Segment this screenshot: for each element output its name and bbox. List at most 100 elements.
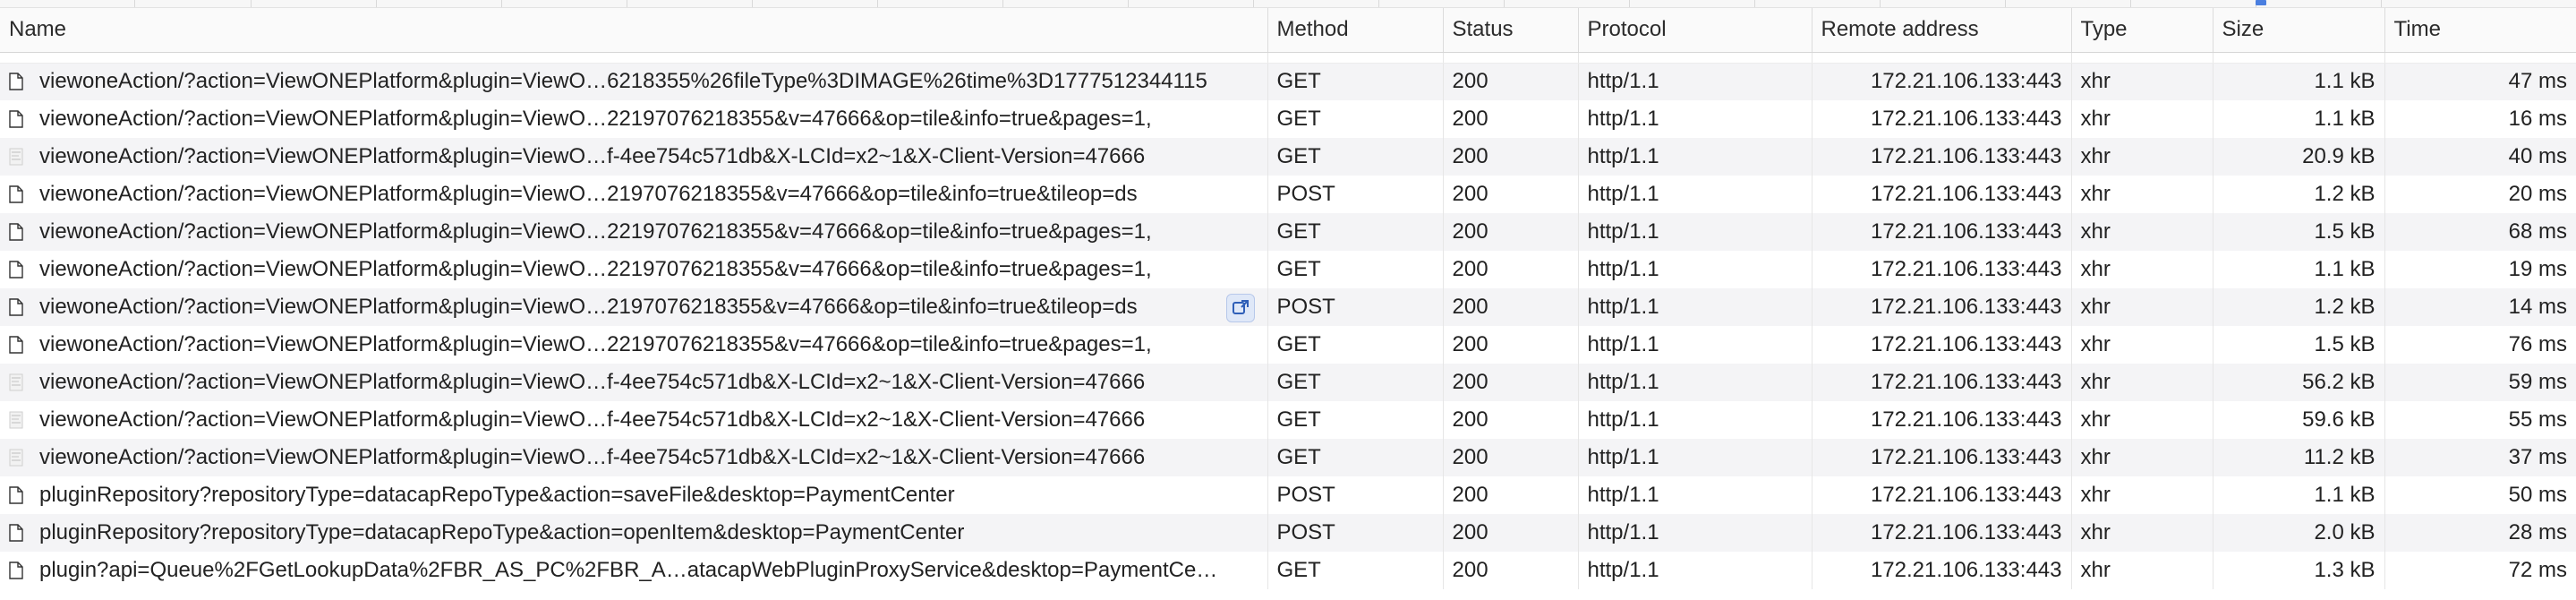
table-row[interactable]: viewoneAction/?action=ViewONEPlatform&pl… — [0, 326, 2576, 364]
request-size: 1.2 kB — [2213, 176, 2385, 213]
resend-icon[interactable] — [1225, 294, 1255, 322]
request-status: 200 — [1443, 251, 1579, 288]
document-icon — [9, 223, 23, 241]
request-name: pluginRepository?repositoryType=datacapR… — [39, 520, 965, 544]
table-row[interactable]: viewoneAction/?action=ViewONEPlatform&pl… — [0, 176, 2576, 213]
request-method: GET — [1267, 251, 1444, 288]
table-header-row: Name Method Status Protocol Remote addre… — [0, 8, 2576, 53]
request-time: 28 ms — [2384, 514, 2576, 552]
column-header-protocol[interactable]: Protocol — [1578, 8, 1813, 53]
request-method: GET — [1267, 326, 1444, 364]
request-size: 1.1 kB — [2213, 476, 2385, 514]
request-protocol: http/1.1 — [1578, 138, 1813, 176]
request-type: xhr — [2071, 288, 2213, 326]
request-status: 200 — [1443, 213, 1579, 251]
request-name-cell[interactable]: viewoneAction/?action=ViewONEPlatform&pl… — [0, 326, 1268, 364]
request-time: 68 ms — [2384, 213, 2576, 251]
table-row[interactable]: plugin?api=Queue%2FGetLookupData%2FBR_AS… — [0, 552, 2576, 589]
request-size: 1.1 kB — [2213, 251, 2385, 288]
document-icon — [9, 486, 23, 504]
table-row[interactable]: viewoneAction/?action=ViewONEPlatform&pl… — [0, 288, 2576, 326]
request-size: 1.1 kB — [2213, 63, 2385, 100]
request-status: 200 — [1443, 326, 1579, 364]
request-name-cell[interactable]: pluginRepository?repositoryType=datacapR… — [0, 514, 1268, 552]
request-time: 14 ms — [2384, 288, 2576, 326]
request-name: viewoneAction/?action=ViewONEPlatform&pl… — [39, 332, 1152, 356]
request-protocol: http/1.1 — [1578, 401, 1813, 439]
request-protocol: http/1.1 — [1578, 251, 1813, 288]
table-row[interactable]: viewoneAction/?action=ViewONEPlatform&pl… — [0, 364, 2576, 401]
document-icon — [9, 185, 23, 203]
request-protocol: http/1.1 — [1578, 364, 1813, 401]
request-size: 56.2 kB — [2213, 364, 2385, 401]
column-header-name[interactable]: Name — [0, 8, 1268, 53]
column-header-method[interactable]: Method — [1267, 8, 1444, 53]
request-type: xhr — [2071, 552, 2213, 589]
request-type: xhr — [2071, 176, 2213, 213]
request-status: 200 — [1443, 63, 1579, 100]
table-row[interactable]: viewoneAction/?action=ViewONEPlatform&pl… — [0, 138, 2576, 176]
table-row[interactable]: viewoneAction/?action=ViewONEPlatform&pl… — [0, 213, 2576, 251]
request-time: 47 ms — [2384, 63, 2576, 100]
request-name: viewoneAction/?action=ViewONEPlatform&pl… — [39, 445, 1146, 469]
table-row[interactable]: viewoneAction/?action=ViewONEPlatform&pl… — [0, 251, 2576, 288]
request-remote: 172.21.106.133:443 — [1812, 514, 2072, 552]
request-protocol: http/1.1 — [1578, 439, 1813, 476]
request-protocol: http/1.1 — [1578, 476, 1813, 514]
request-time: 20 ms — [2384, 176, 2576, 213]
request-name-cell[interactable]: viewoneAction/?action=ViewONEPlatform&pl… — [0, 100, 1268, 138]
request-name-cell[interactable]: pluginRepository?repositoryType=datacapR… — [0, 476, 1268, 514]
request-name: viewoneAction/?action=ViewONEPlatform&pl… — [39, 370, 1146, 394]
request-status: 200 — [1443, 100, 1579, 138]
request-name-cell[interactable]: viewoneAction/?action=ViewONEPlatform&pl… — [0, 439, 1268, 476]
table-row[interactable]: viewoneAction/?action=ViewONEPlatform&pl… — [0, 401, 2576, 439]
document-icon — [9, 110, 23, 128]
request-protocol: http/1.1 — [1578, 213, 1813, 251]
request-name-cell[interactable]: viewoneAction/?action=ViewONEPlatform&pl… — [0, 364, 1268, 401]
table-row[interactable]: pluginRepository?repositoryType=datacapR… — [0, 476, 2576, 514]
request-name-cell[interactable]: plugin?api=Queue%2FGetLookupData%2FBR_AS… — [0, 552, 1268, 589]
request-name-cell[interactable]: viewoneAction/?action=ViewONEPlatform&pl… — [0, 63, 1268, 100]
request-protocol: http/1.1 — [1578, 326, 1813, 364]
request-name-cell[interactable]: viewoneAction/?action=ViewONEPlatform&pl… — [0, 138, 1268, 176]
request-type: xhr — [2071, 326, 2213, 364]
image-thumb-icon — [9, 148, 23, 166]
column-header-status[interactable]: Status — [1443, 8, 1579, 53]
request-status: 200 — [1443, 476, 1579, 514]
image-thumb-icon — [9, 373, 23, 391]
request-status: 200 — [1443, 364, 1579, 401]
table-row[interactable]: pluginRepository?repositoryType=datacapR… — [0, 514, 2576, 552]
request-remote: 172.21.106.133:443 — [1812, 213, 2072, 251]
table-row-partial[interactable] — [0, 52, 2576, 64]
document-icon — [9, 298, 23, 316]
column-header-size[interactable]: Size — [2213, 8, 2385, 53]
request-name-cell[interactable]: viewoneAction/?action=ViewONEPlatform&pl… — [0, 176, 1268, 213]
request-protocol: http/1.1 — [1578, 288, 1813, 326]
table-row[interactable]: viewoneAction/?action=ViewONEPlatform&pl… — [0, 63, 2576, 100]
document-icon — [9, 261, 23, 279]
request-name-cell[interactable]: viewoneAction/?action=ViewONEPlatform&pl… — [0, 401, 1268, 439]
column-header-time[interactable]: Time — [2384, 8, 2576, 53]
request-remote: 172.21.106.133:443 — [1812, 401, 2072, 439]
request-remote: 172.21.106.133:443 — [1812, 138, 2072, 176]
request-method: POST — [1267, 176, 1444, 213]
request-remote: 172.21.106.133:443 — [1812, 364, 2072, 401]
request-status: 200 — [1443, 552, 1579, 589]
table-row[interactable]: viewoneAction/?action=ViewONEPlatform&pl… — [0, 100, 2576, 138]
request-name-cell[interactable]: viewoneAction/?action=ViewONEPlatform&pl… — [0, 288, 1268, 326]
request-time: 16 ms — [2384, 100, 2576, 138]
request-time: 76 ms — [2384, 326, 2576, 364]
request-size: 1.2 kB — [2213, 288, 2385, 326]
request-name-cell[interactable]: viewoneAction/?action=ViewONEPlatform&pl… — [0, 251, 1268, 288]
request-size: 20.9 kB — [2213, 138, 2385, 176]
table-row[interactable]: viewoneAction/?action=ViewONEPlatform&pl… — [0, 439, 2576, 476]
request-size: 1.3 kB — [2213, 552, 2385, 589]
request-name: viewoneAction/?action=ViewONEPlatform&pl… — [39, 219, 1152, 244]
request-protocol: http/1.1 — [1578, 100, 1813, 138]
request-size: 2.0 kB — [2213, 514, 2385, 552]
request-size: 1.1 kB — [2213, 100, 2385, 138]
request-remote: 172.21.106.133:443 — [1812, 439, 2072, 476]
column-header-type[interactable]: Type — [2071, 8, 2213, 53]
request-name-cell[interactable]: viewoneAction/?action=ViewONEPlatform&pl… — [0, 213, 1268, 251]
column-header-remote-address[interactable]: Remote address — [1812, 8, 2072, 53]
